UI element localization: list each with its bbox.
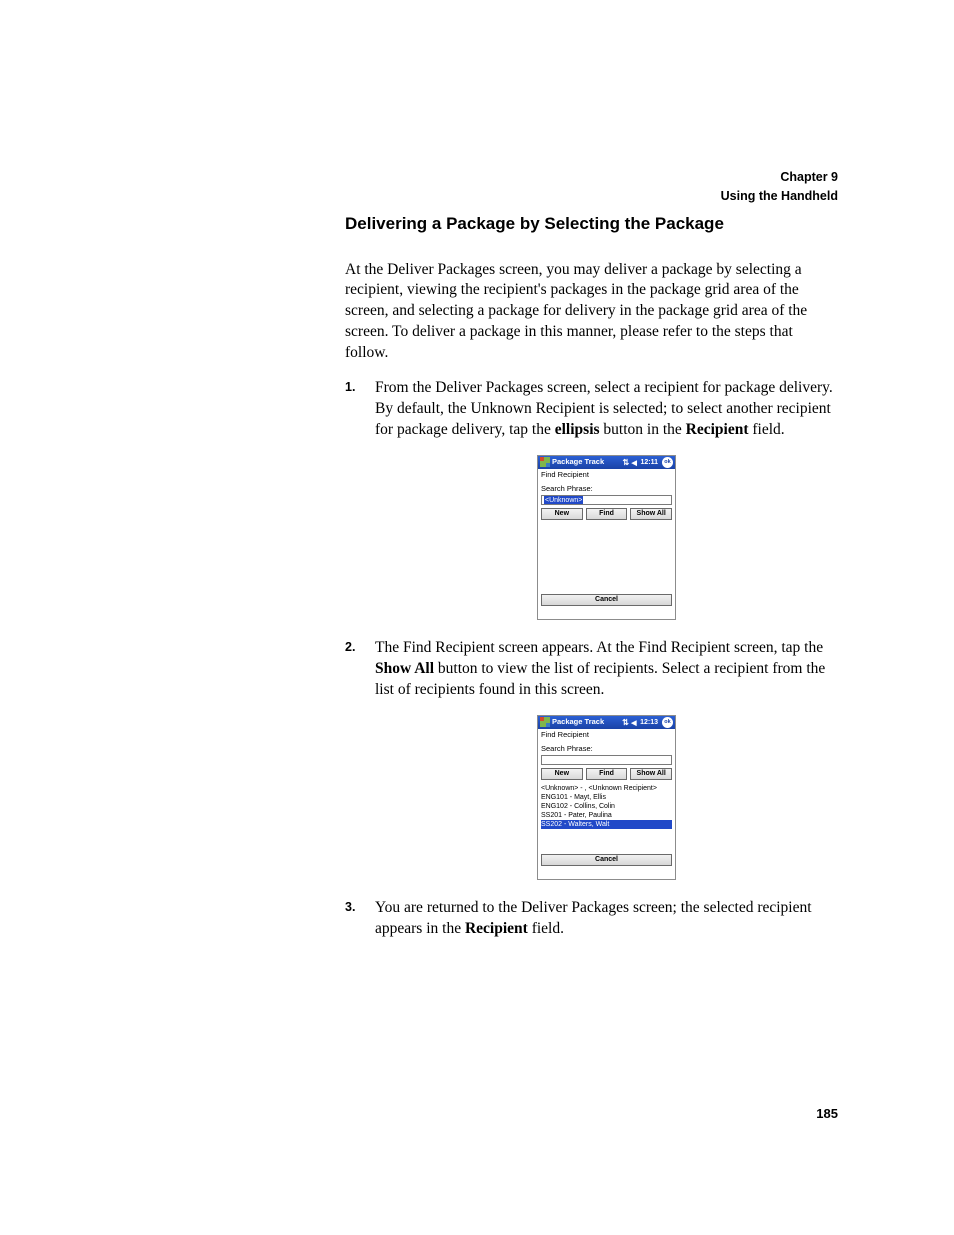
speaker-icon[interactable] xyxy=(631,459,638,466)
list-item[interactable]: SS201 - Pater, Paulina xyxy=(541,811,672,820)
step-1: From the Deliver Packages screen, select… xyxy=(345,378,838,620)
step-text: You are returned to the Deliver Packages… xyxy=(375,899,812,937)
find-button[interactable]: Find xyxy=(586,768,628,780)
screenshot-find-recipient-2: Package Track 12:13 ok Find Recipient Se… xyxy=(537,715,676,880)
screen-name: Find Recipient xyxy=(538,729,675,744)
ok-button[interactable]: ok xyxy=(662,457,673,468)
step-text: button in the xyxy=(600,421,686,438)
step-text: field. xyxy=(528,920,564,937)
step-text: field. xyxy=(749,421,785,438)
chapter-label: Chapter 9 xyxy=(345,168,838,187)
sync-icon[interactable] xyxy=(622,719,629,726)
bold-ellipsis: ellipsis xyxy=(555,421,600,438)
app-title: Package Track xyxy=(552,457,604,467)
search-input[interactable]: <Unknown> xyxy=(541,495,672,505)
clock: 12:11 xyxy=(640,458,658,467)
section-title: Delivering a Package by Selecting the Pa… xyxy=(345,214,838,234)
list-item[interactable]: ENG101 - Mayt, Ellis xyxy=(541,793,672,802)
bold-recipient: Recipient xyxy=(465,920,528,937)
list-item[interactable]: ENG102 - Collins, Colin xyxy=(541,802,672,811)
cancel-button[interactable]: Cancel xyxy=(541,594,672,606)
intro-paragraph: At the Deliver Packages screen, you may … xyxy=(345,260,838,365)
new-button[interactable]: New xyxy=(541,768,583,780)
page-number: 185 xyxy=(816,1106,838,1121)
titlebar: Package Track 12:11 ok xyxy=(538,456,675,469)
results-list[interactable]: <Unknown> - , <Unknown Recipient> ENG101… xyxy=(538,782,675,854)
search-input[interactable] xyxy=(541,755,672,765)
search-phrase-label: Search Phrase: xyxy=(538,484,675,495)
app-title: Package Track xyxy=(552,717,604,727)
start-icon[interactable] xyxy=(540,457,550,467)
start-icon[interactable] xyxy=(540,717,550,727)
step-2: The Find Recipient screen appears. At th… xyxy=(345,638,838,880)
new-button[interactable]: New xyxy=(541,508,583,520)
search-value: <Unknown> xyxy=(544,496,583,505)
ok-button[interactable]: ok xyxy=(662,717,673,728)
speaker-icon[interactable] xyxy=(631,719,638,726)
search-phrase-label: Search Phrase: xyxy=(538,744,675,755)
sync-icon[interactable] xyxy=(622,459,629,466)
bold-showall: Show All xyxy=(375,660,434,677)
showall-button[interactable]: Show All xyxy=(630,768,672,780)
screen-name: Find Recipient xyxy=(538,469,675,484)
titlebar: Package Track 12:13 ok xyxy=(538,716,675,729)
step-3: You are returned to the Deliver Packages… xyxy=(345,898,838,940)
chapter-subtitle: Using the Handheld xyxy=(345,187,838,206)
step-text: The Find Recipient screen appears. At th… xyxy=(375,639,823,656)
step-text: button to view the list of recipients. S… xyxy=(375,660,825,698)
clock: 12:13 xyxy=(640,718,658,727)
list-item[interactable]: <Unknown> - , <Unknown Recipient> xyxy=(541,784,672,793)
cancel-button[interactable]: Cancel xyxy=(541,854,672,866)
results-list xyxy=(538,522,675,594)
screenshot-find-recipient-1: Package Track 12:11 ok Find Recipient Se… xyxy=(537,455,676,620)
find-button[interactable]: Find xyxy=(586,508,628,520)
bold-recipient: Recipient xyxy=(686,421,749,438)
showall-button[interactable]: Show All xyxy=(630,508,672,520)
list-item-selected[interactable]: SS202 - Walters, Walt xyxy=(541,820,672,829)
